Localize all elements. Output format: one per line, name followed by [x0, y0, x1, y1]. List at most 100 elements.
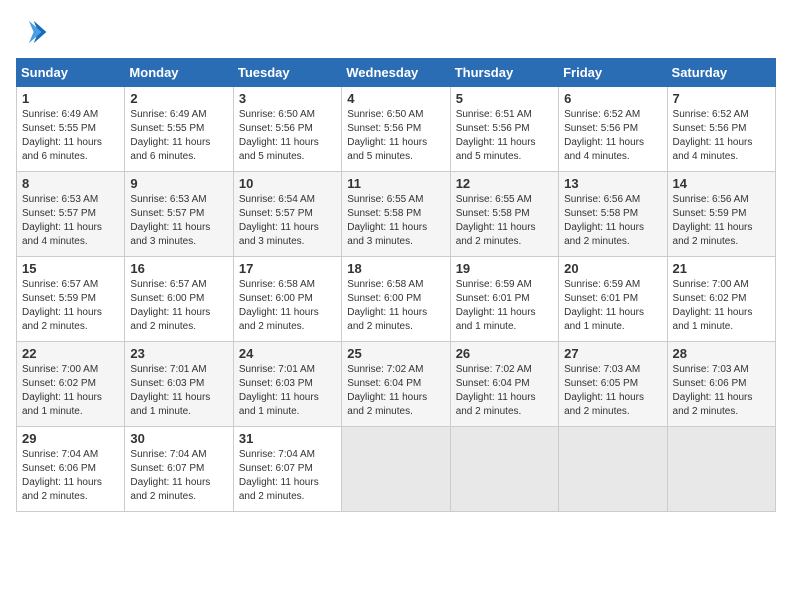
col-header-thursday: Thursday: [450, 59, 558, 87]
day-number: 2: [130, 91, 227, 106]
day-info: Sunrise: 6:58 AM Sunset: 6:00 PM Dayligh…: [239, 278, 336, 334]
day-info: Sunrise: 6:55 AM Sunset: 5:58 PM Dayligh…: [456, 193, 553, 249]
col-header-friday: Friday: [559, 59, 667, 87]
day-number: 14: [673, 176, 770, 191]
day-info: Sunrise: 6:59 AM Sunset: 6:01 PM Dayligh…: [456, 278, 553, 334]
calendar-cell: 23 Sunrise: 7:01 AM Sunset: 6:03 PM Dayli…: [125, 342, 233, 427]
day-number: 22: [22, 346, 119, 361]
calendar-cell: 18 Sunrise: 6:58 AM Sunset: 6:00 PM Dayli…: [342, 257, 450, 342]
calendar-cell: 19 Sunrise: 6:59 AM Sunset: 6:01 PM Dayli…: [450, 257, 558, 342]
day-info: Sunrise: 7:04 AM Sunset: 6:06 PM Dayligh…: [22, 448, 119, 504]
day-number: 17: [239, 261, 336, 276]
logo-icon: [16, 16, 48, 48]
day-number: 1: [22, 91, 119, 106]
day-info: Sunrise: 6:49 AM Sunset: 5:55 PM Dayligh…: [130, 108, 227, 164]
day-number: 19: [456, 261, 553, 276]
day-info: Sunrise: 6:53 AM Sunset: 5:57 PM Dayligh…: [22, 193, 119, 249]
calendar-cell: 4Sunrise: 6:50 AM Sunset: 5:56 PM Daylig…: [342, 87, 450, 172]
col-header-wednesday: Wednesday: [342, 59, 450, 87]
calendar-cell: 9 Sunrise: 6:53 AM Sunset: 5:57 PM Daylig…: [125, 172, 233, 257]
week-row-2: 8 Sunrise: 6:53 AM Sunset: 5:57 PM Daylig…: [17, 172, 776, 257]
day-number: 6: [564, 91, 661, 106]
day-number: 27: [564, 346, 661, 361]
day-number: 18: [347, 261, 444, 276]
day-number: 24: [239, 346, 336, 361]
day-info: Sunrise: 6:57 AM Sunset: 6:00 PM Dayligh…: [130, 278, 227, 334]
calendar-cell: 30 Sunrise: 7:04 AM Sunset: 6:07 PM Dayli…: [125, 427, 233, 512]
day-number: 16: [130, 261, 227, 276]
day-number: 3: [239, 91, 336, 106]
day-number: 13: [564, 176, 661, 191]
day-number: 11: [347, 176, 444, 191]
calendar-cell: 27 Sunrise: 7:03 AM Sunset: 6:05 PM Dayli…: [559, 342, 667, 427]
page-header: [16, 16, 776, 48]
day-info: Sunrise: 7:04 AM Sunset: 6:07 PM Dayligh…: [239, 448, 336, 504]
day-number: 5: [456, 91, 553, 106]
day-info: Sunrise: 6:52 AM Sunset: 5:56 PM Dayligh…: [564, 108, 661, 164]
col-header-sunday: Sunday: [17, 59, 125, 87]
calendar-cell: [450, 427, 558, 512]
calendar-cell: [342, 427, 450, 512]
calendar-cell: 26Sunrise: 7:02 AM Sunset: 6:04 PM Dayli…: [450, 342, 558, 427]
day-info: Sunrise: 6:57 AM Sunset: 5:59 PM Dayligh…: [22, 278, 119, 334]
calendar-cell: 17 Sunrise: 6:58 AM Sunset: 6:00 PM Dayli…: [233, 257, 341, 342]
day-number: 29: [22, 431, 119, 446]
week-row-3: 15Sunrise: 6:57 AM Sunset: 5:59 PM Dayli…: [17, 257, 776, 342]
day-info: Sunrise: 6:51 AM Sunset: 5:56 PM Dayligh…: [456, 108, 553, 164]
day-info: Sunrise: 6:55 AM Sunset: 5:58 PM Dayligh…: [347, 193, 444, 249]
day-info: Sunrise: 7:00 AM Sunset: 6:02 PM Dayligh…: [22, 363, 119, 419]
day-number: 28: [673, 346, 770, 361]
day-info: Sunrise: 6:56 AM Sunset: 5:58 PM Dayligh…: [564, 193, 661, 249]
calendar-cell: 14 Sunrise: 6:56 AM Sunset: 5:59 PM Dayli…: [667, 172, 775, 257]
day-info: Sunrise: 6:56 AM Sunset: 5:59 PM Dayligh…: [673, 193, 770, 249]
week-row-4: 22 Sunrise: 7:00 AM Sunset: 6:02 PM Dayli…: [17, 342, 776, 427]
day-number: 12: [456, 176, 553, 191]
calendar-cell: 7 Sunrise: 6:52 AM Sunset: 5:56 PM Daylig…: [667, 87, 775, 172]
header-row: SundayMondayTuesdayWednesdayThursdayFrid…: [17, 59, 776, 87]
day-info: Sunrise: 7:04 AM Sunset: 6:07 PM Dayligh…: [130, 448, 227, 504]
day-info: Sunrise: 6:58 AM Sunset: 6:00 PM Dayligh…: [347, 278, 444, 334]
calendar-cell: [667, 427, 775, 512]
day-info: Sunrise: 7:03 AM Sunset: 6:05 PM Dayligh…: [564, 363, 661, 419]
calendar-cell: 3 Sunrise: 6:50 AM Sunset: 5:56 PM Daylig…: [233, 87, 341, 172]
calendar-cell: 20Sunrise: 6:59 AM Sunset: 6:01 PM Dayli…: [559, 257, 667, 342]
day-number: 7: [673, 91, 770, 106]
calendar-cell: 10 Sunrise: 6:54 AM Sunset: 5:57 PM Dayli…: [233, 172, 341, 257]
day-info: Sunrise: 6:53 AM Sunset: 5:57 PM Dayligh…: [130, 193, 227, 249]
day-number: 20: [564, 261, 661, 276]
calendar-cell: 12 Sunrise: 6:55 AM Sunset: 5:58 PM Dayli…: [450, 172, 558, 257]
day-info: Sunrise: 6:50 AM Sunset: 5:56 PM Dayligh…: [347, 108, 444, 164]
day-info: Sunrise: 7:02 AM Sunset: 6:04 PM Dayligh…: [456, 363, 553, 419]
calendar-cell: 13 Sunrise: 6:56 AM Sunset: 5:58 PM Dayli…: [559, 172, 667, 257]
calendar-cell: 28 Sunrise: 7:03 AM Sunset: 6:06 PM Dayli…: [667, 342, 775, 427]
week-row-1: 1 Sunrise: 6:49 AM Sunset: 5:55 PM Daylig…: [17, 87, 776, 172]
day-number: 9: [130, 176, 227, 191]
calendar-cell: [559, 427, 667, 512]
calendar-cell: 29 Sunrise: 7:04 AM Sunset: 6:06 PM Dayli…: [17, 427, 125, 512]
col-header-tuesday: Tuesday: [233, 59, 341, 87]
calendar-cell: 16 Sunrise: 6:57 AM Sunset: 6:00 PM Dayli…: [125, 257, 233, 342]
col-header-saturday: Saturday: [667, 59, 775, 87]
calendar-cell: 1 Sunrise: 6:49 AM Sunset: 5:55 PM Daylig…: [17, 87, 125, 172]
day-info: Sunrise: 7:01 AM Sunset: 6:03 PM Dayligh…: [130, 363, 227, 419]
day-number: 30: [130, 431, 227, 446]
calendar-cell: 6 Sunrise: 6:52 AM Sunset: 5:56 PM Daylig…: [559, 87, 667, 172]
day-info: Sunrise: 7:03 AM Sunset: 6:06 PM Dayligh…: [673, 363, 770, 419]
day-info: Sunrise: 6:50 AM Sunset: 5:56 PM Dayligh…: [239, 108, 336, 164]
day-number: 23: [130, 346, 227, 361]
day-number: 8: [22, 176, 119, 191]
calendar-cell: 31 Sunrise: 7:04 AM Sunset: 6:07 PM Dayli…: [233, 427, 341, 512]
day-info: Sunrise: 7:02 AM Sunset: 6:04 PM Dayligh…: [347, 363, 444, 419]
calendar-cell: 21Sunrise: 7:00 AM Sunset: 6:02 PM Dayli…: [667, 257, 775, 342]
day-info: Sunrise: 6:54 AM Sunset: 5:57 PM Dayligh…: [239, 193, 336, 249]
calendar-cell: 22 Sunrise: 7:00 AM Sunset: 6:02 PM Dayli…: [17, 342, 125, 427]
calendar-cell: 24Sunrise: 7:01 AM Sunset: 6:03 PM Dayli…: [233, 342, 341, 427]
calendar-table: SundayMondayTuesdayWednesdayThursdayFrid…: [16, 58, 776, 512]
day-info: Sunrise: 6:49 AM Sunset: 5:55 PM Dayligh…: [22, 108, 119, 164]
day-number: 10: [239, 176, 336, 191]
day-info: Sunrise: 6:52 AM Sunset: 5:56 PM Dayligh…: [673, 108, 770, 164]
calendar-cell: 5 Sunrise: 6:51 AM Sunset: 5:56 PM Daylig…: [450, 87, 558, 172]
day-number: 31: [239, 431, 336, 446]
col-header-monday: Monday: [125, 59, 233, 87]
calendar-cell: 2 Sunrise: 6:49 AM Sunset: 5:55 PM Daylig…: [125, 87, 233, 172]
